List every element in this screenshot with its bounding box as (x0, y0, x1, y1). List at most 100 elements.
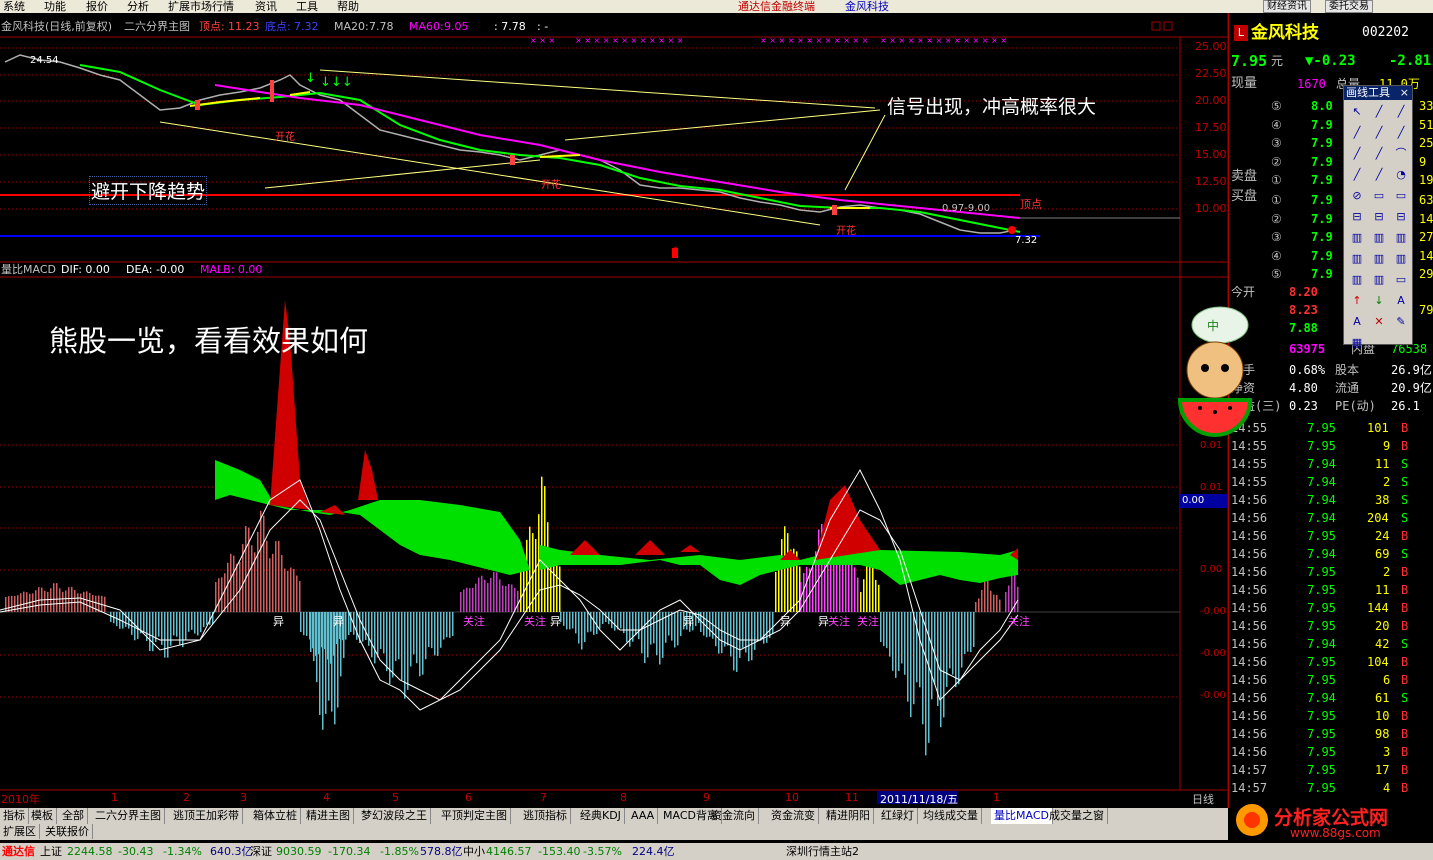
draw-tool-icon[interactable]: ▥ (1348, 251, 1366, 267)
histogram-bar (83, 591, 85, 612)
station-label[interactable]: 深圳行情主站2 (786, 843, 859, 860)
histogram-bar (356, 612, 358, 640)
draw-tool-icon[interactable]: ▭ (1370, 188, 1388, 204)
histogram-bar (727, 612, 729, 646)
histogram-bar (754, 612, 756, 650)
dollar-mark: $ (672, 246, 679, 257)
histogram-bar (709, 612, 711, 637)
tab-related-quote[interactable]: 关联报价 (42, 824, 93, 839)
histogram-bar (478, 577, 480, 612)
draw-tool-icon[interactable]: ⌒ (1392, 146, 1410, 162)
draw-tool-icon[interactable]: ╱ (1370, 167, 1388, 183)
tab-7[interactable]: 梦幻波段之王 (358, 808, 431, 824)
tab-11[interactable]: AAA (628, 808, 659, 824)
stock-code: 002202 (1362, 25, 1409, 40)
tab-5[interactable]: 箱体立桩 (250, 808, 301, 824)
close-icon[interactable]: × (1400, 86, 1409, 100)
histogram-bar (677, 612, 679, 646)
indicator-name[interactable]: 二六分界主图 (124, 19, 190, 35)
tab-17[interactable]: 均线成交量 (920, 808, 982, 824)
draw-tool-icon[interactable]: ⊟ (1348, 209, 1366, 225)
histogram-bar (775, 572, 777, 612)
extra-value-2: : - (537, 20, 549, 33)
tab-19[interactable]: 成交量之窗 (1046, 808, 1108, 824)
tab-1[interactable]: 模板 (28, 808, 57, 824)
tab-15[interactable]: 精进阴阳 (823, 808, 874, 824)
histogram-bar (508, 584, 510, 612)
histogram-bar (484, 579, 486, 612)
sub-indicator-name[interactable]: 量比MACD (1, 263, 56, 277)
histogram-bar (194, 612, 196, 634)
draw-tool-icon[interactable]: ▥ (1348, 230, 1366, 246)
histogram-bar (949, 612, 951, 669)
histogram-bar (44, 590, 46, 612)
histogram-bar (452, 612, 454, 636)
draw-tool-icon[interactable]: ↓ (1370, 293, 1388, 309)
histogram-bar (806, 566, 808, 612)
tab-16[interactable]: 红绿灯 (878, 808, 918, 824)
draw-tool-icon[interactable]: ▥ (1370, 272, 1388, 288)
draw-tool-icon[interactable]: ╱ (1348, 167, 1366, 183)
draw-tool-icon[interactable]: ▥ (1370, 251, 1388, 267)
draw-tool-icon[interactable]: ⊘ (1348, 188, 1366, 204)
tab-4[interactable]: 逃顶王加彩带 (170, 808, 243, 824)
draw-tool-icon[interactable]: ↑ (1348, 293, 1366, 309)
draw-tool-icon[interactable]: A (1348, 314, 1366, 330)
tab-0[interactable]: 指标 (0, 808, 29, 824)
svg-text:× × ×: × × × (530, 36, 555, 45)
tab-13[interactable]: 资金流向 (708, 808, 759, 824)
histogram-bar (8, 596, 10, 612)
tab-2[interactable]: 全部 (59, 808, 88, 824)
draw-tool-icon[interactable]: ⊟ (1370, 209, 1388, 225)
tab-18[interactable]: 量比MACD (991, 808, 1053, 824)
histogram-bar (878, 584, 880, 612)
draw-tool-icon[interactable]: ↖ (1348, 104, 1366, 120)
draw-tool-icon[interactable]: A (1392, 293, 1410, 309)
draw-tool-icon[interactable]: ✎ (1392, 314, 1410, 330)
draw-tool-icon[interactable]: ╱ (1348, 146, 1366, 162)
tab-3[interactable]: 二六分界主图 (92, 808, 165, 824)
histogram-bar (260, 510, 262, 612)
draw-tool-icon[interactable]: ╱ (1348, 125, 1366, 141)
drawing-tools-panel[interactable]: 画线工具 × ↖ ╱ ╱ ╱ ╱ ╱ ╱ ╱ ⌒ ╱ ╱ ◔ ⊘ ▭ ▭ ⊟ ⊟ ⊟ ▥ ▥ ▥ ▥ ▥ ▥ ▥ ▥ ▭ ↑ ↓ A A ✕ ✎ ▦ (1343, 85, 1413, 349)
draw-tool-icon[interactable]: ╱ (1392, 125, 1410, 141)
draw-tool-icon[interactable]: ╱ (1370, 104, 1388, 120)
draw-tool-icon[interactable]: ╱ (1392, 104, 1410, 120)
malb-value: MALB: 0.00 (200, 263, 263, 276)
period-label[interactable]: 日线 (1192, 791, 1214, 807)
histogram-bar (371, 612, 373, 658)
tab-14[interactable]: 资金流变 (768, 808, 819, 824)
tab-9[interactable]: 逃顶指标 (520, 808, 571, 824)
histogram-bar (680, 612, 682, 637)
draw-tool-icon[interactable]: ▥ (1392, 251, 1410, 267)
histogram-bar (880, 612, 882, 642)
tab-6[interactable]: 精进主图 (303, 808, 354, 824)
tab-extension[interactable]: 扩展区 (0, 824, 40, 839)
draw-tool-icon[interactable]: ⊟ (1392, 209, 1410, 225)
draw-tool-icon[interactable]: ✕ (1370, 314, 1388, 330)
ext-tabs: 扩展区 关联报价 (0, 824, 1228, 840)
draw-tool-icon[interactable]: ╱ (1370, 125, 1388, 141)
histogram-bar (395, 612, 397, 662)
histogram-bar (784, 526, 786, 612)
draw-tool-icon[interactable]: ▦ (1348, 335, 1366, 351)
histogram-bar (757, 612, 759, 642)
draw-tool-icon[interactable]: ▭ (1392, 188, 1410, 204)
histogram-bar (173, 612, 175, 636)
histogram-bar (377, 612, 379, 658)
draw-tool-icon[interactable]: ▥ (1370, 230, 1388, 246)
histogram-bar (886, 612, 888, 649)
draw-tool-icon[interactable]: ◔ (1392, 167, 1410, 183)
draw-tool-icon[interactable]: ▥ (1348, 272, 1366, 288)
histogram-bar (218, 578, 220, 612)
draw-tool-icon[interactable]: ╱ (1370, 146, 1388, 162)
histogram-bar (952, 612, 954, 675)
tab-10[interactable]: 经典KDJ (577, 808, 625, 824)
histogram-bar (32, 593, 34, 612)
draw-tool-icon[interactable]: ▭ (1392, 272, 1410, 288)
svg-text:↓: ↓ (305, 71, 316, 86)
histogram-bar (526, 539, 528, 612)
draw-tool-icon[interactable]: ▥ (1392, 230, 1410, 246)
tick-row: 14:56 7.95 98 B (1231, 727, 1409, 741)
tab-8[interactable]: 平顶判定主图 (438, 808, 511, 824)
